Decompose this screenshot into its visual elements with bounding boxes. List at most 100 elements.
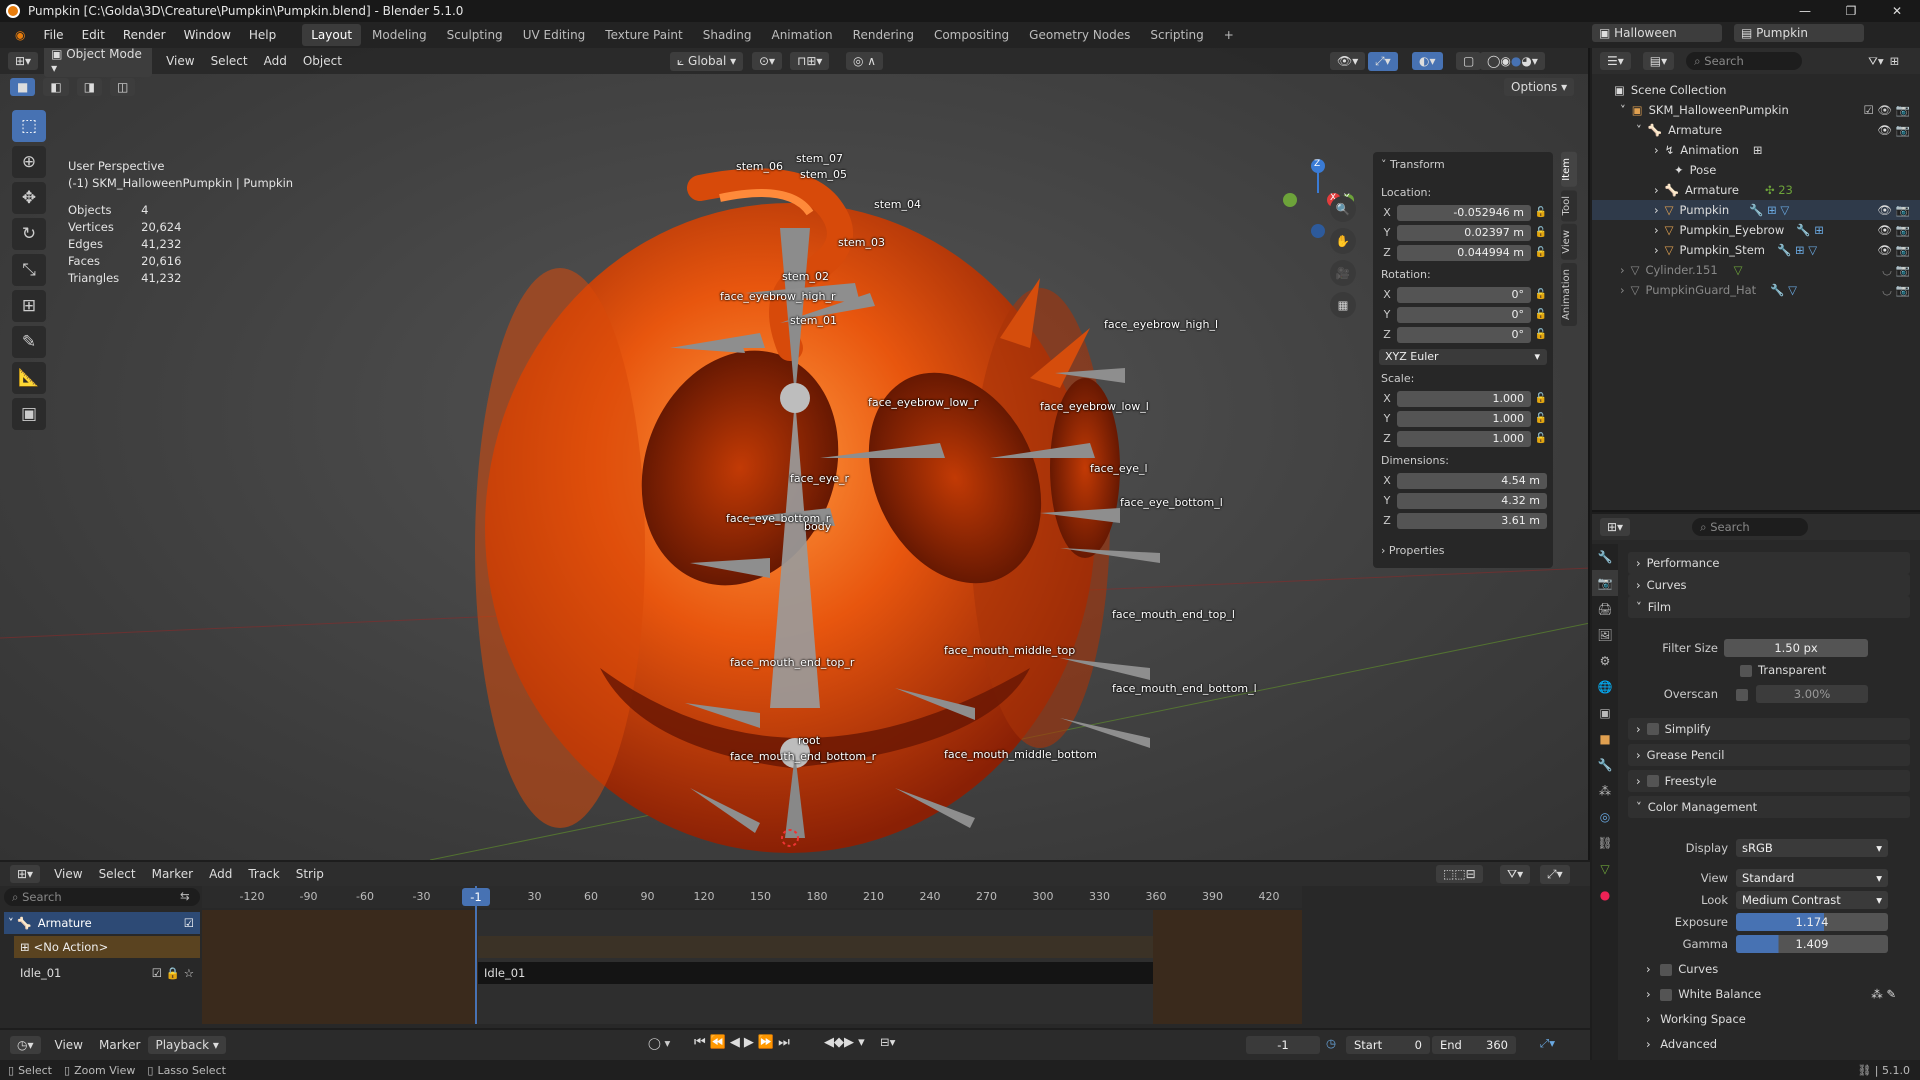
timeline-editor-type-icon[interactable]: ◷▾ [10, 1036, 41, 1054]
lock-icon[interactable]: 🔓 [1531, 329, 1547, 340]
view-layer-selector[interactable]: ▤ Pumpkin [1734, 24, 1864, 42]
add-workspace-icon[interactable]: + [1215, 24, 1243, 46]
outliner-display-mode-icon[interactable]: ▤▾ [1642, 52, 1675, 70]
world-tab-icon[interactable]: 🌐 [1592, 674, 1618, 700]
tab-compositing[interactable]: Compositing [925, 24, 1018, 46]
filter-icon[interactable]: ⛛▾ [1868, 54, 1883, 69]
dim-x-field[interactable]: 4.54 m [1397, 472, 1547, 489]
select-box-tool-icon[interactable]: ⬚ [12, 110, 46, 142]
curves-section[interactable]: › Curves [1628, 574, 1910, 596]
tool-tab-icon[interactable]: 🔧 [1592, 544, 1618, 570]
rotation-z-field[interactable]: 0° [1397, 326, 1531, 343]
select-subtract-icon[interactable]: ◨ [76, 78, 103, 96]
material-tab-icon[interactable]: ● [1592, 882, 1618, 908]
performance-section[interactable]: › Performance [1628, 552, 1910, 574]
xray-icon[interactable]: ▢ [1456, 52, 1482, 70]
scale-z-field[interactable]: 1.000 [1397, 430, 1531, 447]
view-transform-select[interactable]: Standard ▾ [1736, 869, 1888, 887]
exposure-slider[interactable]: 1.174 [1736, 913, 1888, 931]
menu-file[interactable]: File [34, 22, 72, 48]
particles-tab-icon[interactable]: ⁂ [1592, 778, 1618, 804]
scale-x-field[interactable]: 1.000 [1397, 390, 1531, 407]
outliner-row[interactable]: › ▽ Pumpkin 🔧 ⊞ ▽ 👁 📷 [1592, 200, 1920, 220]
tab-modeling[interactable]: Modeling [363, 24, 436, 46]
outliner-row[interactable]: › ▽ Cylinder.151 ▽ ◡ 📷 [1592, 260, 1920, 280]
tab-item[interactable]: Item [1561, 152, 1577, 187]
keying-set-icon[interactable]: ⊟▾ [880, 1035, 895, 1049]
blender-menu-icon[interactable]: ◉ [6, 22, 34, 48]
display-select[interactable]: sRGB ▾ [1736, 839, 1888, 857]
location-x-field[interactable]: -0.052946 m [1397, 204, 1531, 221]
maximize-button[interactable]: ❐ [1828, 0, 1874, 22]
tab-scripting[interactable]: Scripting [1141, 24, 1212, 46]
location-z-field[interactable]: 0.044994 m [1397, 244, 1531, 261]
dim-y-field[interactable]: 4.32 m [1397, 492, 1547, 509]
look-select[interactable]: Medium Contrast ▾ [1736, 891, 1888, 909]
outliner-row[interactable]: › ▽ Pumpkin_Eyebrow 🔧 ⊞ 👁 📷 [1592, 220, 1920, 240]
viewport-menu-add[interactable]: Add [264, 54, 287, 68]
nla-menu-track[interactable]: Track [248, 867, 279, 881]
nla-filter-icons[interactable]: ⬚⬚⊟ [1436, 865, 1483, 883]
keyframe-jump-icons[interactable]: ◀◆▶ ▾ [824, 1035, 865, 1050]
lock-icon[interactable]: 🔓 [1531, 393, 1547, 404]
rotation-y-field[interactable]: 0° [1397, 306, 1531, 323]
close-button[interactable]: ✕ [1874, 0, 1920, 22]
proportional-edit-icon[interactable]: ◎ ∧ [846, 52, 884, 70]
nla-menu-view[interactable]: View [54, 867, 82, 881]
viewport-menu-object[interactable]: Object [303, 54, 342, 68]
nla-search-input[interactable]: ⌕ Search [4, 888, 200, 906]
collection-tab-icon[interactable]: ▣ [1592, 700, 1618, 726]
render-tab-icon[interactable]: 📷 [1592, 570, 1618, 596]
tab-sculpting[interactable]: Sculpting [438, 24, 512, 46]
modifier-tab-icon[interactable]: 🔧 [1592, 752, 1618, 778]
nla-menu-marker[interactable]: Marker [152, 867, 193, 881]
footer-menu-view[interactable]: View [55, 1038, 83, 1052]
lock-icon[interactable]: 🔓 [1531, 207, 1547, 218]
tab-texture-paint[interactable]: Texture Paint [596, 24, 691, 46]
outliner-row[interactable]: › ▽ PumpkinGuard_Hat 🔧 ▽ ◡ 📷 [1592, 280, 1920, 300]
nla-snap-icon[interactable]: ⤢▾ [1540, 864, 1570, 884]
tab-rendering[interactable]: Rendering [844, 24, 923, 46]
options-button[interactable]: Options ▾ [1504, 78, 1575, 96]
mode-selector[interactable]: ▣ Object Mode ▾ [44, 48, 153, 77]
scale-tool-icon[interactable]: ⤡ [12, 254, 46, 286]
footer-menu-marker[interactable]: Marker [99, 1038, 140, 1052]
tab-geometry-nodes[interactable]: Geometry Nodes [1020, 24, 1139, 46]
menu-edit[interactable]: Edit [73, 22, 114, 48]
new-collection-icon[interactable]: ⊞ [1890, 54, 1900, 68]
move-tool-icon[interactable]: ✥ [12, 182, 46, 214]
channel-armature[interactable]: ˅ 🦴 Armature ☑ [4, 912, 200, 934]
minimize-button[interactable]: — [1782, 0, 1828, 22]
gizmo-z-label[interactable]: Z [1314, 159, 1320, 169]
tab-layout[interactable]: Layout [302, 24, 362, 46]
channel-track[interactable]: Idle_01 ☑ 🔒 ☆ [14, 962, 200, 984]
current-frame-indicator[interactable]: -1 [462, 888, 490, 906]
nla-menu-strip[interactable]: Strip [296, 867, 324, 881]
3d-viewport[interactable]: Z X Y ⊞▾ ▣ Object Mode ▾ View Select Add… [0, 48, 1590, 860]
lock-icon[interactable]: 🔓 [1531, 309, 1547, 320]
nla-strip[interactable]: Idle_01 [478, 962, 1153, 984]
lock-icon[interactable]: 🔓 [1531, 413, 1547, 424]
transform-header[interactable]: ˅ Transform [1381, 158, 1445, 171]
gizmo-toggle-icon[interactable]: ⤢▾ [1368, 51, 1398, 71]
annotate-tool-icon[interactable]: ✎ [12, 326, 46, 358]
tab-tool[interactable]: Tool [1561, 189, 1577, 222]
tab-shading[interactable]: Shading [694, 24, 761, 46]
camera-view-icon[interactable]: 🎥 [1330, 260, 1356, 286]
cursor-tool-icon[interactable]: ⊕ [12, 146, 46, 178]
outliner-row[interactable]: ˅ ▣ SKM_HalloweenPumpkin ☑ 👁 📷 [1592, 100, 1920, 120]
transparent-checkbox[interactable]: Transparent [1740, 663, 1826, 677]
tab-animation-side[interactable]: Animation [1561, 262, 1577, 326]
nla-menu-select[interactable]: Select [99, 867, 136, 881]
outliner-search-input[interactable]: ⌕ Search [1686, 52, 1803, 70]
nla-funnel-icon[interactable]: ⛛▾ [1500, 864, 1531, 884]
current-frame-field[interactable]: -1 [1246, 1036, 1320, 1054]
gamma-slider[interactable]: 1.409 [1736, 935, 1888, 953]
color-management-section[interactable]: ˅ Color Management [1628, 796, 1910, 818]
outliner-row[interactable]: › ▽ Pumpkin_Stem 🔧 ⊞ ▽ 👁 📷 [1592, 240, 1920, 260]
outliner-row[interactable]: ✦ Pose [1592, 160, 1920, 180]
nla-menu-add[interactable]: Add [209, 867, 232, 881]
white-balance-subsection[interactable]: › White Balance ⁂ ✎ [1646, 987, 1896, 1001]
location-y-field[interactable]: 0.02397 m [1397, 224, 1531, 241]
outliner-row[interactable]: ▣ Scene Collection [1592, 80, 1920, 100]
